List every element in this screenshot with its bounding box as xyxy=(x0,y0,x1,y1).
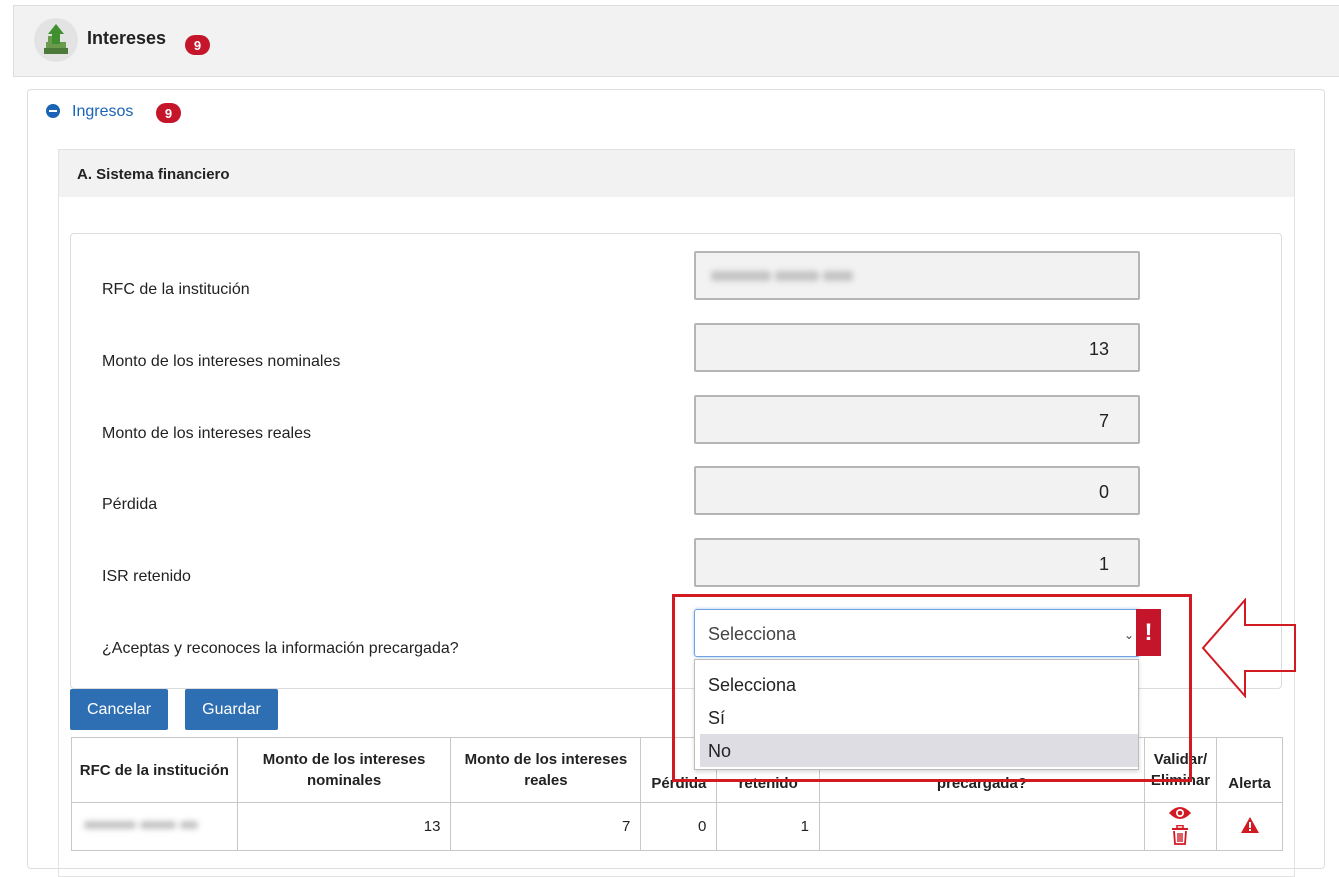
arrow-left-outline-icon xyxy=(1201,598,1296,698)
ingresos-link[interactable]: Ingresos xyxy=(72,103,133,121)
rfc-field[interactable] xyxy=(694,251,1140,300)
collapse-minus-icon[interactable] xyxy=(46,104,60,118)
nominales-field[interactable]: 13 xyxy=(694,323,1140,372)
question-label: ¿Aceptas y reconoces la información prec… xyxy=(102,640,459,657)
perdida-field[interactable]: 0 xyxy=(694,466,1140,515)
section-title: A. Sistema financiero xyxy=(77,166,230,183)
ingresos-count-badge: 9 xyxy=(156,103,181,123)
eye-icon[interactable] xyxy=(1168,805,1192,825)
intereses-count-badge: 9 xyxy=(185,35,210,55)
row-alerta xyxy=(1216,802,1283,851)
col-nominales: Monto de los intereses nominales xyxy=(236,737,452,803)
row-nominales: 13 xyxy=(236,802,452,851)
warning-icon xyxy=(1240,816,1259,837)
reales-label: Monto de los intereses reales xyxy=(102,425,311,442)
redacted-rfc-cell xyxy=(78,819,198,831)
row-actions xyxy=(1143,802,1218,851)
intereses-app-icon xyxy=(34,18,78,62)
isr-label: ISR retenido xyxy=(102,568,191,585)
isr-field[interactable]: 1 xyxy=(694,538,1140,587)
col-reales: Monto de los intereses reales xyxy=(450,737,642,803)
intereses-title: Intereses xyxy=(87,28,167,48)
section-header: A. Sistema financiero xyxy=(58,149,1295,197)
intereses-header: Intereses 9 xyxy=(13,5,1339,77)
row-rfc xyxy=(71,802,238,851)
row-isr: 1 xyxy=(716,802,821,851)
cancel-button[interactable]: Cancelar xyxy=(70,689,168,730)
nominales-label: Monto de los intereses nominales xyxy=(102,353,341,370)
col-alerta: Alerta xyxy=(1216,737,1283,803)
row-precargada xyxy=(819,802,1145,851)
col-rfc: RFC de la institución xyxy=(71,737,238,803)
row-reales: 7 xyxy=(450,802,642,851)
table-row: 13 7 0 1 xyxy=(71,802,1283,851)
row-perdida: 0 xyxy=(640,802,718,851)
trash-icon[interactable] xyxy=(1171,824,1189,849)
save-button[interactable]: Guardar xyxy=(185,689,278,730)
perdida-label: Pérdida xyxy=(102,496,158,513)
highlight-box xyxy=(672,594,1192,782)
redacted-rfc-value xyxy=(707,267,861,285)
reales-field[interactable]: 7 xyxy=(694,395,1140,444)
rfc-label: RFC de la institución xyxy=(102,281,250,298)
